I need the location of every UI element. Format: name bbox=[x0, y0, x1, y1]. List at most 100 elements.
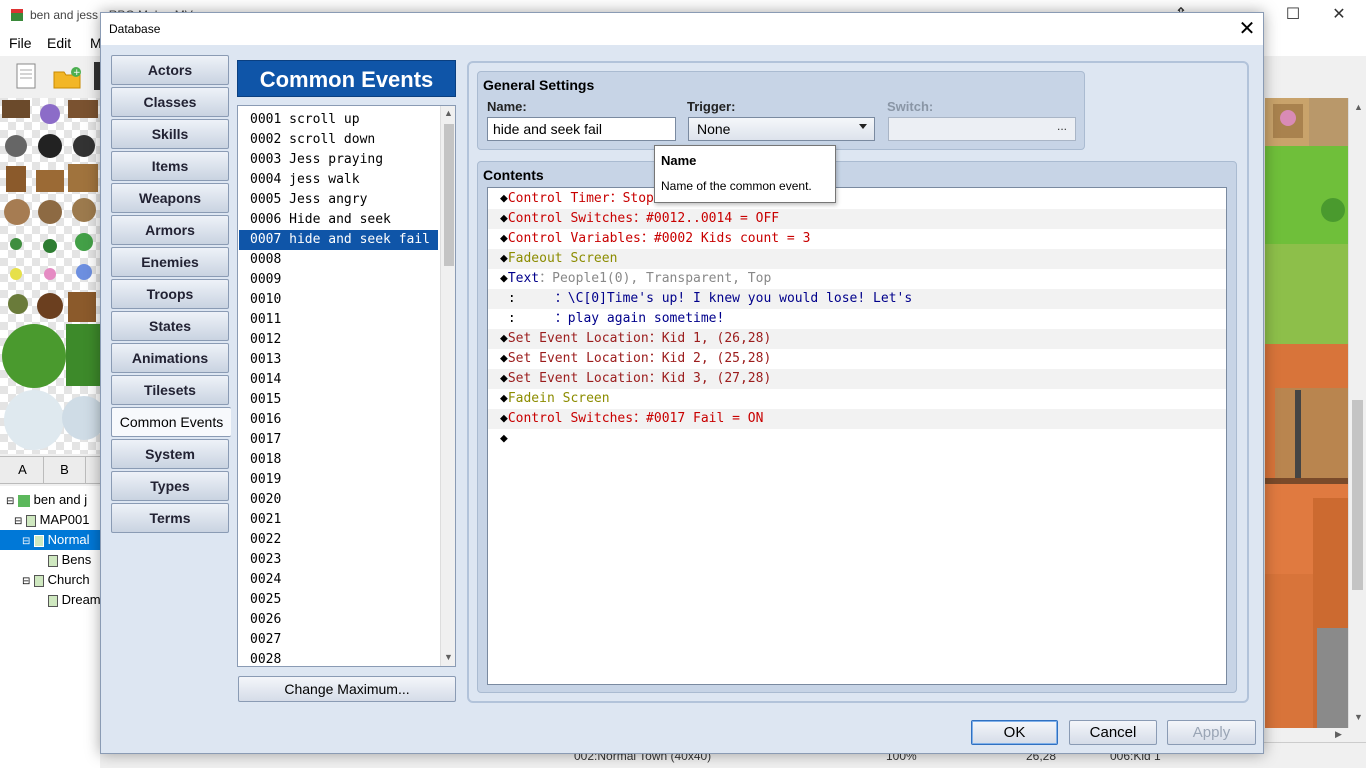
collapse-icon[interactable]: ⊟ bbox=[6, 496, 14, 507]
nav-common-events[interactable]: Common Events bbox=[111, 407, 231, 437]
collapse-icon[interactable]: ⊟ bbox=[22, 536, 30, 547]
tree-map001[interactable]: ⊟ MAP001 bbox=[0, 510, 100, 530]
command-row[interactable]: ◆Control Switches：#0017 Fail = ON bbox=[488, 409, 1226, 429]
common-events-list[interactable]: 0001 scroll up 0002 scroll down 0003 Jess … bbox=[237, 105, 456, 667]
collapse-icon[interactable]: ⊟ bbox=[14, 516, 22, 527]
menu-file[interactable]: File bbox=[9, 35, 32, 51]
list-item[interactable]: 0015 bbox=[239, 390, 438, 410]
command-row[interactable]: : ：play again sometime! bbox=[488, 309, 1226, 329]
map-vertical-scrollbar[interactable]: ▲ ▼ bbox=[1348, 98, 1366, 728]
list-item[interactable]: 0005 Jess angry bbox=[239, 190, 438, 210]
nav-animations[interactable]: Animations bbox=[111, 343, 229, 373]
close-icon[interactable]: ✕ bbox=[1235, 17, 1259, 41]
tileset-tab-a[interactable]: A bbox=[2, 457, 44, 483]
list-item[interactable]: 0014 bbox=[239, 370, 438, 390]
command-row[interactable]: ◆Control Timer：Stop bbox=[488, 189, 1226, 209]
command-row[interactable]: ◆Set Event Location：Kid 3, (27,28) bbox=[488, 369, 1226, 389]
list-item[interactable]: 0025 bbox=[239, 590, 438, 610]
command-row[interactable]: ◆Set Event Location：Kid 2, (25,28) bbox=[488, 349, 1226, 369]
nav-terms[interactable]: Terms bbox=[111, 503, 229, 533]
command-row[interactable]: ◆ bbox=[488, 429, 1226, 449]
trigger-dropdown[interactable]: None bbox=[688, 117, 875, 141]
close-app-button[interactable]: ✕ bbox=[1316, 4, 1362, 26]
tree-dream[interactable]: Dream bbox=[0, 590, 100, 610]
list-item[interactable]: 0026 bbox=[239, 610, 438, 630]
scroll-thumb[interactable] bbox=[1352, 400, 1363, 590]
event-command-list[interactable]: ◆Control Timer：Stop ◆Control Switches：#00… bbox=[487, 187, 1227, 685]
nav-tilesets[interactable]: Tilesets bbox=[111, 375, 229, 405]
list-item[interactable]: 0002 scroll down bbox=[239, 130, 438, 150]
list-item[interactable]: 0023 bbox=[239, 550, 438, 570]
nav-types[interactable]: Types bbox=[111, 471, 229, 501]
nav-items[interactable]: Items bbox=[111, 151, 229, 181]
list-item[interactable]: 0012 bbox=[239, 330, 438, 350]
tree-project[interactable]: ⊟ ben and j bbox=[0, 490, 100, 510]
name-input[interactable]: hide and seek fail bbox=[487, 117, 676, 141]
nav-armors[interactable]: Armors bbox=[111, 215, 229, 245]
list-item[interactable]: 0008 bbox=[239, 250, 438, 270]
list-item[interactable]: 0022 bbox=[239, 530, 438, 550]
tree-label: Bens bbox=[61, 552, 92, 567]
nav-actors[interactable]: Actors bbox=[111, 55, 229, 85]
list-item[interactable]: 0020 bbox=[239, 490, 438, 510]
nav-classes[interactable]: Classes bbox=[111, 87, 229, 117]
list-item[interactable]: 0004 jess walk bbox=[239, 170, 438, 190]
new-project-icon[interactable] bbox=[14, 62, 38, 90]
command-row[interactable]: ◆Control Switches：#0012..0014 = OFF bbox=[488, 209, 1226, 229]
nav-weapons[interactable]: Weapons bbox=[111, 183, 229, 213]
nav-system[interactable]: System bbox=[111, 439, 229, 469]
scroll-up-icon[interactable]: ▲ bbox=[1354, 102, 1363, 112]
scroll-up-icon[interactable]: ▲ bbox=[444, 108, 453, 118]
tree-normal[interactable]: ⊟ Normal bbox=[0, 530, 100, 550]
list-item[interactable]: 0007 hide and seek fail bbox=[238, 229, 439, 251]
command-text: Fadein Screen bbox=[507, 391, 610, 406]
open-folder-icon[interactable]: + bbox=[52, 64, 82, 90]
command-row[interactable]: : ：\C[0]Time's up! I knew you would lose… bbox=[488, 289, 1226, 309]
list-item[interactable]: 0019 bbox=[239, 470, 438, 490]
map-horizontal-scrollbar[interactable]: ▶ bbox=[1265, 728, 1348, 742]
command-diamond-icon: ◆ bbox=[500, 191, 508, 206]
list-item[interactable]: 0011 bbox=[239, 310, 438, 330]
nav-skills[interactable]: Skills bbox=[111, 119, 229, 149]
list-item[interactable]: 0017 bbox=[239, 430, 438, 450]
map-canvas[interactable] bbox=[1265, 98, 1348, 728]
list-header: Common Events bbox=[237, 60, 456, 97]
command-row[interactable]: ◆Fadeout Screen bbox=[488, 249, 1226, 269]
collapse-icon[interactable]: ⊟ bbox=[22, 576, 30, 587]
ok-button[interactable]: OK bbox=[971, 720, 1058, 745]
scroll-down-icon[interactable]: ▼ bbox=[444, 652, 453, 662]
command-row[interactable]: ◆Fadein Screen bbox=[488, 389, 1226, 409]
change-maximum-button[interactable]: Change Maximum... bbox=[238, 676, 456, 702]
scroll-thumb[interactable] bbox=[444, 124, 454, 266]
menu-edit[interactable]: Edit bbox=[47, 35, 71, 51]
apply-button[interactable]: Apply bbox=[1167, 720, 1256, 745]
nav-enemies[interactable]: Enemies bbox=[111, 247, 229, 277]
tileset-tab-b[interactable]: B bbox=[44, 457, 86, 483]
tree-bens[interactable]: Bens bbox=[0, 550, 100, 570]
list-item[interactable]: 0013 bbox=[239, 350, 438, 370]
list-item[interactable]: 0016 bbox=[239, 410, 438, 430]
nav-states[interactable]: States bbox=[111, 311, 229, 341]
list-scrollbar[interactable]: ▲ ▼ bbox=[440, 106, 455, 666]
command-row[interactable]: ◆Set Event Location：Kid 1, (26,28) bbox=[488, 329, 1226, 349]
cancel-button[interactable]: Cancel bbox=[1069, 720, 1157, 745]
map-icon bbox=[48, 554, 58, 567]
list-item[interactable]: 0010 bbox=[239, 290, 438, 310]
list-item[interactable]: 0003 Jess praying bbox=[239, 150, 438, 170]
list-item[interactable]: 0021 bbox=[239, 510, 438, 530]
list-item[interactable]: 0006 Hide and seek bbox=[239, 210, 438, 230]
maximize-button[interactable]: ☐ bbox=[1270, 4, 1316, 26]
scroll-right-icon[interactable]: ▶ bbox=[1335, 729, 1342, 740]
list-item[interactable]: 0027 bbox=[239, 630, 438, 650]
command-row[interactable]: ◆Text：People1(0), Transparent, Top bbox=[488, 269, 1226, 289]
list-item[interactable]: 0009 bbox=[239, 270, 438, 290]
tileset-palette[interactable] bbox=[0, 98, 100, 454]
command-row[interactable]: ◆Control Variables：#0002 Kids count = 3 bbox=[488, 229, 1226, 249]
nav-troops[interactable]: Troops bbox=[111, 279, 229, 309]
list-item[interactable]: 0028 bbox=[239, 650, 438, 666]
list-item[interactable]: 0018 bbox=[239, 450, 438, 470]
list-item[interactable]: 0024 bbox=[239, 570, 438, 590]
tree-church[interactable]: ⊟ Church bbox=[0, 570, 100, 590]
list-item[interactable]: 0001 scroll up bbox=[239, 110, 438, 130]
scroll-down-icon[interactable]: ▼ bbox=[1354, 712, 1363, 722]
